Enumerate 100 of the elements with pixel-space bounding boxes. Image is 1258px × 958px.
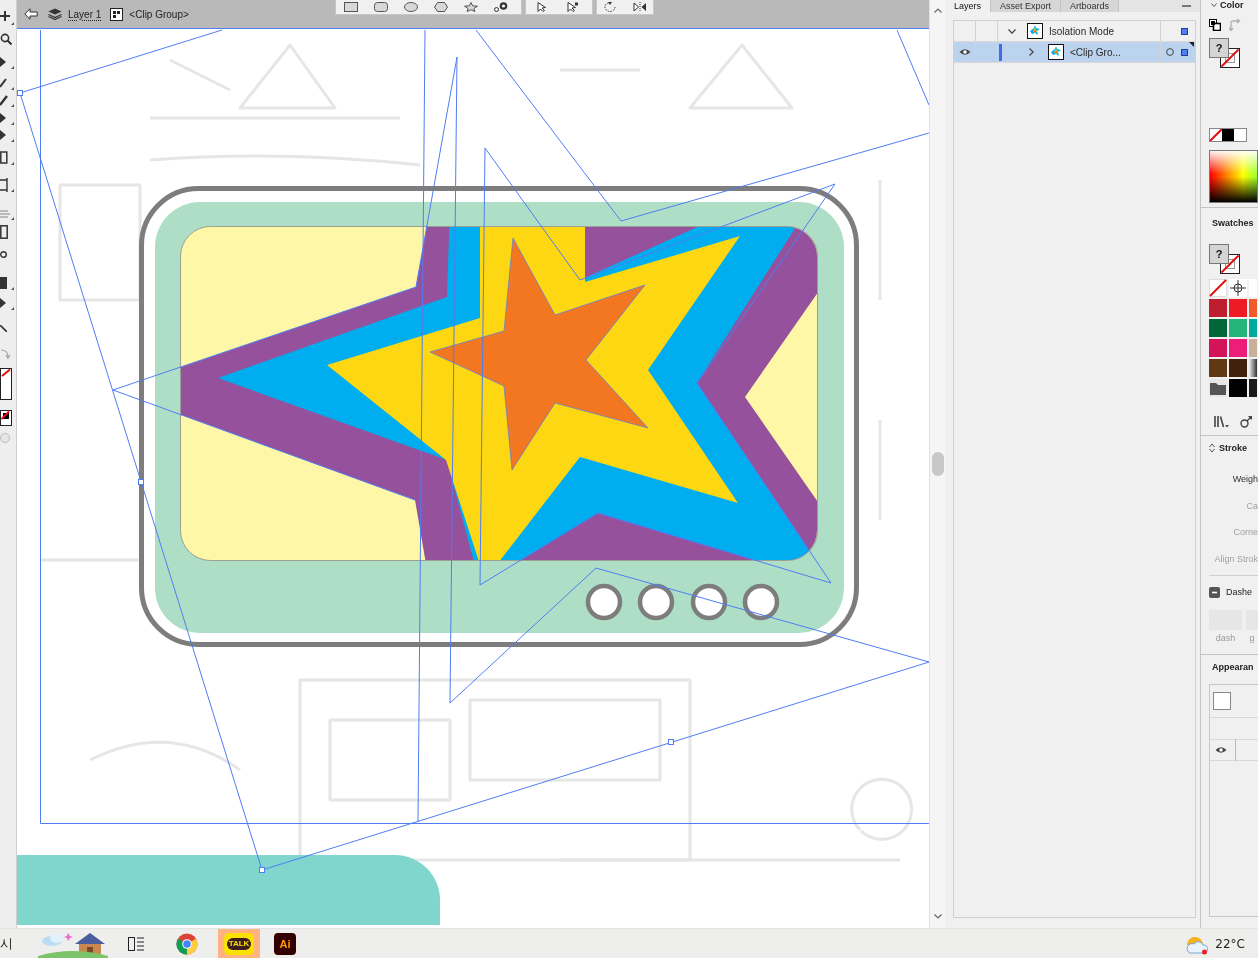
chevron-down-icon[interactable]	[1008, 28, 1016, 34]
fill-color-button[interactable]: ?	[1209, 244, 1229, 264]
breadcrumb-link[interactable]: <Clip Group>	[129, 8, 189, 20]
rotate-icon[interactable]	[603, 2, 617, 12]
pointer-arrow-icon[interactable]	[565, 2, 579, 12]
magnifier-icon[interactable]	[0, 33, 12, 45]
breadcrumb-link[interactable]: Layer 1	[68, 8, 102, 20]
eye-icon[interactable]	[1215, 746, 1227, 754]
anchor-point-icon[interactable]	[138, 479, 144, 485]
color-swatch-icon[interactable]	[1234, 129, 1246, 141]
crosshair-icon[interactable]	[1229, 279, 1247, 297]
layer-thumbnail-icon	[1048, 44, 1064, 60]
tv-knob	[637, 583, 675, 621]
chevron-down-icon[interactable]	[1211, 3, 1217, 7]
panel-tab[interactable]: Artboards	[1061, 0, 1120, 12]
design-app-button[interactable]: Ai	[274, 932, 296, 955]
tv-knob	[742, 583, 780, 621]
gradient-swatch-icon[interactable]	[1249, 359, 1257, 377]
anchor-point-icon[interactable]	[17, 90, 23, 96]
triangle-icon[interactable]	[0, 128, 14, 142]
field-label: g	[1248, 633, 1256, 644]
triangle-icon[interactable]	[0, 55, 14, 69]
selection-square-icon[interactable]	[1181, 27, 1188, 35]
pointer-arrow-icon[interactable]	[535, 2, 549, 12]
color-swatch-icon[interactable]	[1229, 359, 1247, 377]
color-swatch-icon[interactable]	[1249, 339, 1257, 357]
color-swatch-icon[interactable]	[1249, 319, 1257, 337]
color-swatch-icon[interactable]	[1209, 359, 1227, 377]
star-icon[interactable]	[464, 2, 478, 12]
color-swatch-icon[interactable]	[1209, 299, 1227, 317]
layer-thumbnail-icon	[1027, 23, 1043, 39]
field-label: Ca	[1245, 500, 1258, 512]
color-swatch-icon[interactable]	[1249, 379, 1257, 397]
panel-tab[interactable]: Asset Export	[991, 0, 1062, 12]
temperature-label: 22°C	[1215, 936, 1245, 951]
fill-swatch-icon[interactable]	[1213, 692, 1231, 710]
updown-caret-icon[interactable]	[1209, 443, 1215, 453]
caret-down-icon[interactable]	[933, 914, 942, 919]
triangle-icon[interactable]	[0, 111, 14, 125]
browser-button[interactable]	[176, 932, 198, 955]
anchor-point-icon[interactable]	[259, 867, 265, 873]
target-circle-icon[interactable]	[1166, 48, 1174, 56]
scroll-thumb[interactable]	[931, 452, 944, 476]
default-colors-icon[interactable]	[1209, 19, 1221, 31]
flare-icon[interactable]	[494, 2, 508, 12]
reflect-icon[interactable]	[633, 2, 647, 12]
group-icon	[110, 7, 124, 21]
line-icon[interactable]	[0, 325, 7, 332]
folder-icon[interactable]	[1209, 379, 1227, 397]
selection-square-icon[interactable]	[1181, 48, 1188, 56]
bar-icon[interactable]	[0, 276, 14, 290]
panel-title: Color	[1220, 0, 1244, 10]
color-swatch-icon[interactable]	[1229, 339, 1247, 357]
tv-knob	[585, 583, 623, 621]
color-swatch-icon[interactable]	[1229, 299, 1247, 317]
rounded-rectangle-icon[interactable]	[374, 2, 388, 12]
chevron-right-icon[interactable]	[1029, 48, 1034, 56]
rectangle-icon[interactable]	[0, 225, 8, 239]
rectangle-icon[interactable]	[344, 2, 358, 12]
color-swatch-icon[interactable]	[1222, 129, 1234, 141]
color-swatch-icon[interactable]	[1249, 299, 1257, 317]
field-label: Weigh	[1231, 473, 1258, 485]
library-icon[interactable]	[1214, 415, 1229, 428]
stroke-box-icon[interactable]	[0, 410, 12, 426]
pencil-icon[interactable]	[0, 76, 14, 90]
caret-up-icon[interactable]	[933, 8, 942, 13]
fill-color-button[interactable]: ?	[1209, 38, 1229, 58]
layer-row[interactable]: <Clip Gro...	[954, 42, 1195, 63]
back-arrow-icon[interactable]	[24, 8, 38, 20]
browser-icon	[176, 932, 198, 955]
color-spectrum[interactable]	[1209, 150, 1258, 203]
hexagon-icon[interactable]	[434, 2, 448, 12]
task-view-button[interactable]	[128, 935, 144, 952]
color-swatch-icon[interactable]	[1229, 319, 1247, 337]
color-swatch-icon[interactable]	[1229, 379, 1247, 397]
panel-title: Swatches	[1212, 217, 1254, 229]
field-label: Corne	[1232, 526, 1258, 538]
none-swatch-icon[interactable]	[1209, 279, 1227, 297]
brush-icon[interactable]	[0, 93, 14, 107]
rectangle-icon[interactable]	[0, 151, 14, 165]
anchor-point-icon[interactable]	[668, 739, 674, 745]
plus-icon[interactable]	[0, 11, 14, 25]
dashed-checkbox[interactable]	[1209, 586, 1220, 598]
fill-box-icon[interactable]	[0, 368, 12, 400]
chat-app-button[interactable]: TALK	[218, 929, 260, 958]
search-text[interactable]: 시	[0, 935, 13, 952]
triangle-icon[interactable]	[0, 296, 14, 310]
field-label: dash	[1214, 633, 1237, 644]
eye-icon[interactable]	[958, 48, 971, 56]
color-swatch-icon[interactable]	[1209, 319, 1227, 337]
ellipse-icon[interactable]	[404, 2, 418, 12]
layer-name: <Clip Gro...	[1070, 46, 1121, 58]
color-swatch-icon[interactable]	[1209, 339, 1227, 357]
layer-name: Isolation Mode	[1049, 25, 1115, 37]
circle-icon[interactable]	[0, 251, 7, 258]
panel-tab[interactable]: Layers	[945, 0, 991, 12]
panel-title: Appearan	[1212, 661, 1254, 673]
none-swatch-icon[interactable]	[1210, 129, 1222, 141]
corner-triangle-icon	[1189, 42, 1194, 47]
bracket-icon[interactable]	[0, 178, 14, 192]
